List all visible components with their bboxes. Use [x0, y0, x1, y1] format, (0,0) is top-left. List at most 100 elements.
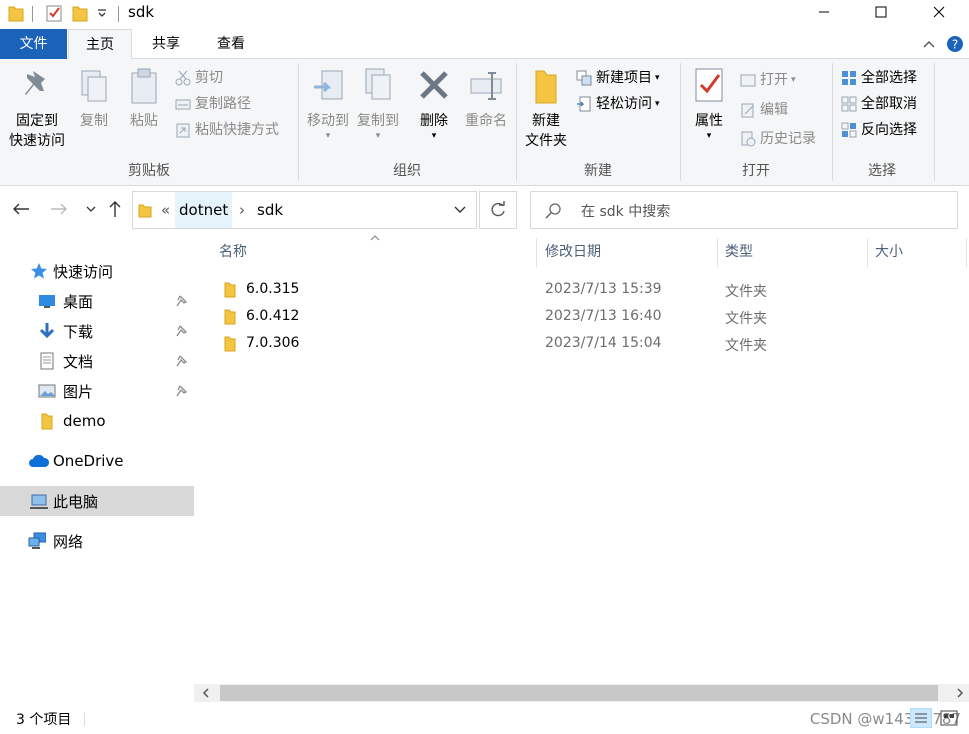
rename-button[interactable]: 重命名 — [460, 65, 512, 131]
column-divider[interactable] — [717, 238, 718, 268]
details-view-icon[interactable] — [910, 708, 932, 728]
breadcrumb-dotnet[interactable]: dotnet — [175, 192, 233, 228]
column-header-name[interactable]: 名称 — [219, 234, 534, 270]
move-to-button[interactable]: 移动到 ▾ — [302, 65, 354, 141]
refresh-button[interactable] — [479, 191, 517, 229]
new-folder-button[interactable]: 新建 文件夹 — [520, 65, 572, 151]
back-button[interactable] — [10, 198, 32, 220]
paste-shortcut-icon — [176, 123, 190, 138]
select-none-button[interactable]: 全部取消 — [841, 93, 917, 115]
up-button[interactable] — [104, 198, 126, 220]
forward-button[interactable] — [48, 198, 70, 220]
column-divider[interactable] — [966, 238, 967, 268]
chevron-down-icon[interactable] — [453, 205, 467, 215]
new-folder-icon[interactable] — [72, 4, 88, 22]
open-button[interactable]: 打开 ▾ — [740, 69, 796, 91]
new-item-button[interactable]: 新建项目 ▾ — [576, 67, 660, 89]
history-button[interactable]: 历史记录 — [740, 128, 816, 150]
history-icon — [741, 131, 756, 147]
divider — [934, 63, 935, 181]
delete-button[interactable]: 删除 ▾ — [412, 65, 456, 141]
nav-item-documents[interactable]: 文档 — [0, 346, 194, 376]
tab-share[interactable]: 共享 — [140, 29, 192, 59]
invert-selection-label: 反向选择 — [861, 122, 917, 138]
horizontal-scrollbar[interactable] — [194, 684, 969, 702]
pin-to-quick-access-button[interactable]: 固定到 快速访问 — [4, 65, 70, 151]
nav-label: demo — [63, 412, 106, 430]
invert-selection-icon — [841, 122, 857, 138]
table-row[interactable]: 6.0.412 2023/7/13 16:40 文件夹 — [214, 304, 969, 331]
paste-shortcut-button[interactable]: 粘贴快捷方式 — [175, 119, 279, 141]
paste-button[interactable]: 粘贴 — [122, 65, 166, 131]
invert-selection-button[interactable]: 反向选择 — [841, 119, 917, 141]
minimize-icon — [819, 11, 829, 13]
organize-group-label: 组织 — [393, 163, 421, 179]
nav-label: 桌面 — [63, 292, 94, 311]
copy-path-button[interactable]: 复制路径 — [175, 93, 251, 115]
tab-view[interactable]: 查看 — [205, 29, 257, 59]
download-arrow-icon — [39, 323, 55, 339]
easy-access-button[interactable]: 轻松访问 ▾ — [576, 93, 660, 115]
pin-icon[interactable] — [176, 355, 188, 367]
search-icon — [545, 203, 561, 219]
select-all-button[interactable]: 全部选择 — [841, 67, 917, 89]
address-bar[interactable]: « dotnet › sdk — [132, 191, 477, 229]
scrollbar-thumb[interactable] — [220, 685, 938, 701]
breadcrumb-sdk[interactable]: sdk — [257, 201, 283, 219]
recent-locations-button[interactable] — [80, 198, 102, 220]
network-icon — [28, 532, 46, 549]
pin-icon[interactable] — [176, 385, 188, 397]
cloud-icon — [29, 454, 50, 467]
search-box[interactable]: 在 sdk 中搜索 — [530, 191, 958, 229]
file-name: 7.0.306 — [246, 335, 300, 351]
properties-icon[interactable] — [46, 4, 64, 22]
nav-label: 图片 — [63, 382, 94, 401]
nav-item-pictures[interactable]: 图片 — [0, 376, 194, 406]
nav-item-this-pc[interactable]: 此电脑 — [0, 486, 194, 516]
tab-home[interactable]: 主页 — [68, 29, 132, 59]
new-folder-icon — [535, 70, 557, 104]
edit-button[interactable]: 编辑 — [740, 99, 788, 121]
tab-file[interactable]: 文件 — [0, 29, 67, 59]
open-label: 打开 — [760, 72, 788, 88]
column-divider[interactable] — [867, 238, 868, 268]
nav-quick-access[interactable]: 快速访问 — [0, 256, 194, 286]
paste-icon — [131, 68, 157, 104]
maximize-button[interactable] — [852, 0, 910, 24]
cut-button[interactable]: 剪切 — [175, 67, 223, 89]
breadcrumb-separator[interactable]: › — [239, 201, 245, 219]
table-row[interactable]: 7.0.306 2023/7/14 15:04 文件夹 — [214, 331, 969, 358]
nav-item-desktop[interactable]: 桌面 — [0, 286, 194, 316]
copy-path-label: 复制路径 — [195, 96, 251, 112]
rename-label: 重命名 — [465, 113, 507, 129]
file-type: 文件夹 — [725, 338, 767, 354]
ribbon-tab-row: 文件 主页 共享 查看 ? — [0, 29, 969, 59]
nav-item-downloads[interactable]: 下载 — [0, 316, 194, 346]
desktop-icon — [39, 295, 55, 308]
breadcrumb-overflow[interactable]: « — [161, 201, 170, 219]
minimize-button[interactable] — [795, 0, 853, 24]
pin-icon[interactable] — [176, 295, 188, 307]
new-item-label: 新建项目 — [596, 70, 652, 86]
customize-dropdown-icon[interactable] — [96, 4, 108, 22]
nav-item-onedrive[interactable]: OneDrive — [0, 446, 194, 476]
new-item-icon — [576, 70, 592, 86]
copy-button[interactable]: 复制 — [72, 65, 116, 131]
scroll-left-icon[interactable] — [202, 688, 210, 698]
nav-item-demo[interactable]: demo — [0, 406, 194, 436]
column-header-modified[interactable]: 修改日期 — [545, 234, 715, 270]
properties-button[interactable]: 属性 ▾ — [686, 65, 732, 141]
collapse-ribbon-icon[interactable] — [922, 38, 936, 50]
table-row[interactable]: 6.0.315 2023/7/13 15:39 文件夹 — [214, 277, 969, 304]
close-button[interactable] — [910, 0, 968, 24]
large-icons-view-icon[interactable] — [940, 710, 958, 726]
help-icon[interactable]: ? — [946, 35, 964, 53]
file-modified: 2023/7/14 15:04 — [545, 335, 662, 351]
column-header-size[interactable]: 大小 — [875, 234, 965, 270]
copy-to-button[interactable]: 复制到 ▾ — [352, 65, 404, 141]
scroll-right-icon[interactable] — [956, 688, 964, 698]
column-divider[interactable] — [536, 238, 537, 268]
pin-icon[interactable] — [176, 325, 188, 337]
nav-item-network[interactable]: 网络 — [0, 526, 194, 556]
column-header-type[interactable]: 类型 — [725, 234, 865, 270]
